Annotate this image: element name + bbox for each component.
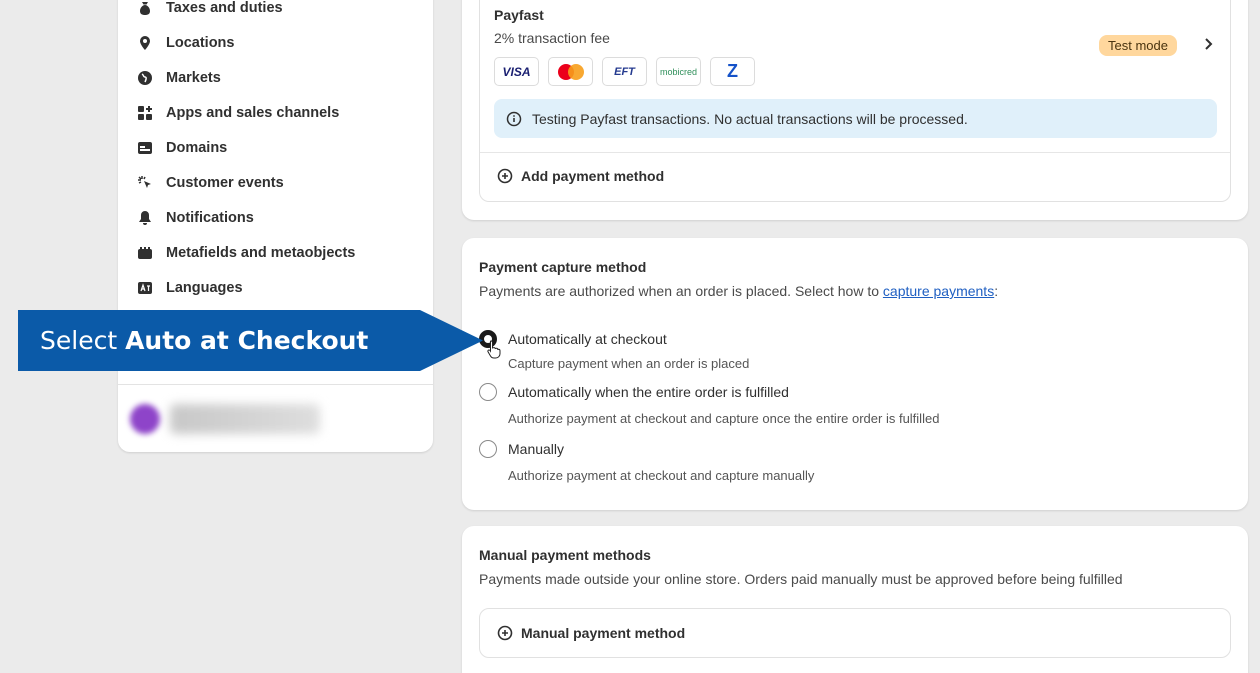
eft-logo: EFT: [602, 57, 647, 86]
sidebar-item-label: Markets: [166, 70, 221, 86]
radio-auto-checkout[interactable]: Automatically at checkout: [479, 330, 667, 348]
radio-label: Automatically at checkout: [508, 331, 667, 347]
section-subtitle: Payments made outside your online store.…: [479, 571, 1123, 587]
account-switcher[interactable]: [130, 396, 420, 442]
sidebar-item-languages[interactable]: Languages: [136, 276, 243, 300]
sidebar-item-taxes[interactable]: Taxes and duties: [136, 0, 283, 20]
radio-help-text: Authorize payment at checkout and captur…: [508, 411, 940, 426]
add-manual-payment-button[interactable]: Manual payment method: [497, 625, 685, 641]
tutorial-callout: Select Auto at Checkout: [18, 310, 483, 371]
banner-text: Testing Payfast transactions. No actual …: [532, 110, 968, 127]
sidebar-item-locations[interactable]: Locations: [136, 31, 234, 55]
languages-icon: [136, 279, 154, 297]
radio-help-text: Capture payment when an order is placed: [508, 356, 750, 371]
mastercard-logo: [548, 57, 593, 86]
payment-capture-card: Payment capture method Payments are auth…: [462, 238, 1248, 510]
globe-icon: [136, 69, 154, 87]
sidebar-item-markets[interactable]: Markets: [136, 66, 221, 90]
domains-icon: [136, 139, 154, 157]
provider-fee: 2% transaction fee: [494, 30, 610, 46]
location-pin-icon: [136, 34, 154, 52]
account-name-blurred: [170, 404, 320, 434]
sidebar-item-label: Notifications: [166, 210, 254, 226]
plus-circle-icon: [497, 168, 513, 184]
add-payment-method-button[interactable]: Add payment method: [497, 168, 664, 184]
sidebar-item-label: Taxes and duties: [166, 0, 283, 16]
radio-label: Manually: [508, 441, 565, 457]
add-payment-method-label: Add payment method: [521, 168, 665, 184]
manual-methods-box: Manual payment method: [479, 608, 1231, 658]
manual-payment-card: Manual payment methods Payments made out…: [462, 526, 1248, 673]
sidebar-item-apps[interactable]: Apps and sales channels: [136, 101, 339, 125]
zapper-logo: Z: [710, 57, 755, 86]
settings-sidebar: Taxes and duties Locations Markets Apps …: [118, 0, 433, 452]
cursor-click-icon: [136, 174, 154, 192]
visa-logo: VISA: [494, 57, 539, 86]
section-subtitle: Payments are authorized when an order is…: [479, 283, 999, 299]
sidebar-item-customer-events[interactable]: Customer events: [136, 171, 284, 195]
sidebar-item-label: Customer events: [166, 175, 284, 191]
avatar: [130, 404, 160, 434]
capture-payments-link[interactable]: capture payments: [883, 283, 994, 299]
sidebar-item-label: Metafields and metaobjects: [166, 245, 356, 261]
plus-circle-icon: [497, 625, 513, 641]
info-icon: [506, 111, 522, 126]
sidebar-item-domains[interactable]: Domains: [136, 136, 227, 160]
bell-icon: [136, 209, 154, 227]
money-bag-icon: [136, 0, 154, 17]
section-title: Payment capture method: [479, 259, 647, 275]
sidebar-item-label: Languages: [166, 280, 243, 296]
apps-icon: [136, 104, 154, 122]
section-title: Manual payment methods: [479, 547, 651, 563]
sidebar-item-metafields[interactable]: Metafields and metaobjects: [136, 241, 355, 265]
sidebar-item-label: Domains: [166, 140, 228, 156]
status-badge: Test mode: [1099, 35, 1177, 56]
metafields-icon: [136, 244, 154, 262]
sidebar-divider: [118, 384, 433, 385]
callout-text: Select Auto at Checkout: [40, 326, 369, 355]
sidebar-item-label: Locations: [166, 35, 235, 51]
radio-auto-fulfilled[interactable]: Automatically when the entire order is f…: [479, 383, 789, 401]
payment-providers-card: Payfast 2% transaction fee Test mode VIS…: [462, 0, 1248, 220]
chevron-right-icon[interactable]: [1200, 36, 1216, 52]
payfast-provider: Payfast 2% transaction fee Test mode VIS…: [479, 0, 1231, 202]
radio-button[interactable]: [479, 440, 497, 458]
manual-payment-label: Manual payment method: [521, 625, 686, 641]
divider: [480, 152, 1230, 153]
mobicred-logo: mobicred: [656, 57, 701, 86]
test-mode-banner: Testing Payfast transactions. No actual …: [494, 99, 1217, 138]
provider-name: Payfast: [494, 7, 544, 23]
radio-help-text: Authorize payment at checkout and captur…: [508, 468, 815, 483]
sidebar-item-notifications[interactable]: Notifications: [136, 206, 254, 230]
sidebar-item-label: Apps and sales channels: [166, 105, 340, 121]
radio-label: Automatically when the entire order is f…: [508, 384, 789, 400]
radio-manually[interactable]: Manually: [479, 440, 564, 458]
radio-button[interactable]: [479, 383, 497, 401]
hand-cursor-icon: [487, 340, 501, 359]
payment-logos: VISA EFT mobicred Z: [494, 57, 755, 86]
